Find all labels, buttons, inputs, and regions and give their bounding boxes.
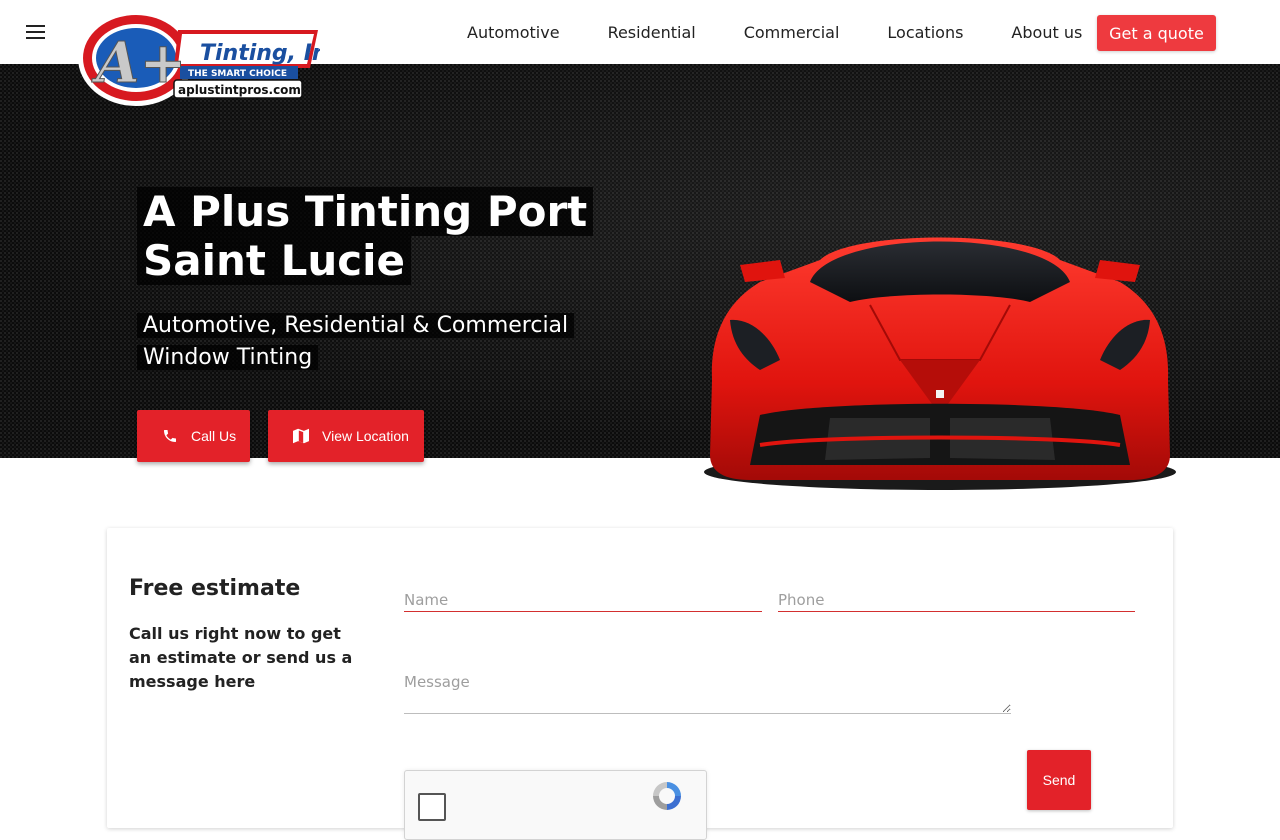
view-location-button[interactable]: View Location (268, 410, 424, 462)
phone-icon (161, 427, 179, 445)
estimate-description: Call us right now to get an estimate or … (129, 624, 353, 691)
call-us-label: Call Us (191, 428, 237, 444)
nav-item-residential[interactable]: Residential (584, 23, 720, 42)
call-us-button[interactable]: Call Us (137, 410, 250, 462)
red-sports-car-image (704, 237, 1176, 490)
get-quote-button[interactable]: Get a quote (1097, 15, 1216, 51)
company-logo[interactable]: Tinting, Inc. THE SMART CHOICE aplustint… (78, 8, 320, 108)
recaptcha-widget (404, 770, 707, 840)
hero-title: A Plus Tinting Port Saint Lucie (137, 187, 657, 285)
logo-tagline: THE SMART CHOICE (188, 69, 287, 79)
recaptcha-icon (653, 782, 681, 810)
nav-item-about-us[interactable]: About us (987, 23, 1106, 42)
phone-input[interactable] (778, 588, 1135, 612)
hamburger-menu-icon[interactable] (22, 18, 50, 46)
logo-website: aplustintpros.com (178, 83, 301, 97)
hero-subtitle: Automotive, Residential & Commercial Win… (137, 310, 607, 374)
nav-item-locations[interactable]: Locations (863, 23, 987, 42)
map-icon (292, 427, 310, 445)
recaptcha-checkbox[interactable] (418, 793, 446, 821)
send-button[interactable]: Send (1027, 750, 1091, 810)
estimate-title: Free estimate (129, 576, 301, 601)
nav-item-automotive[interactable]: Automotive (443, 23, 584, 42)
view-location-label: View Location (322, 428, 409, 444)
logo-brand-text: Tinting, Inc. (200, 41, 320, 66)
message-textarea[interactable] (404, 671, 1011, 714)
free-estimate-card: Free estimate Call us right now to get a… (107, 528, 1173, 840)
logo-monogram: A+ (91, 30, 186, 96)
name-input[interactable] (404, 588, 762, 612)
main-nav: Automotive Residential Commercial Locati… (443, 0, 1106, 64)
nav-item-commercial[interactable]: Commercial (720, 23, 864, 42)
